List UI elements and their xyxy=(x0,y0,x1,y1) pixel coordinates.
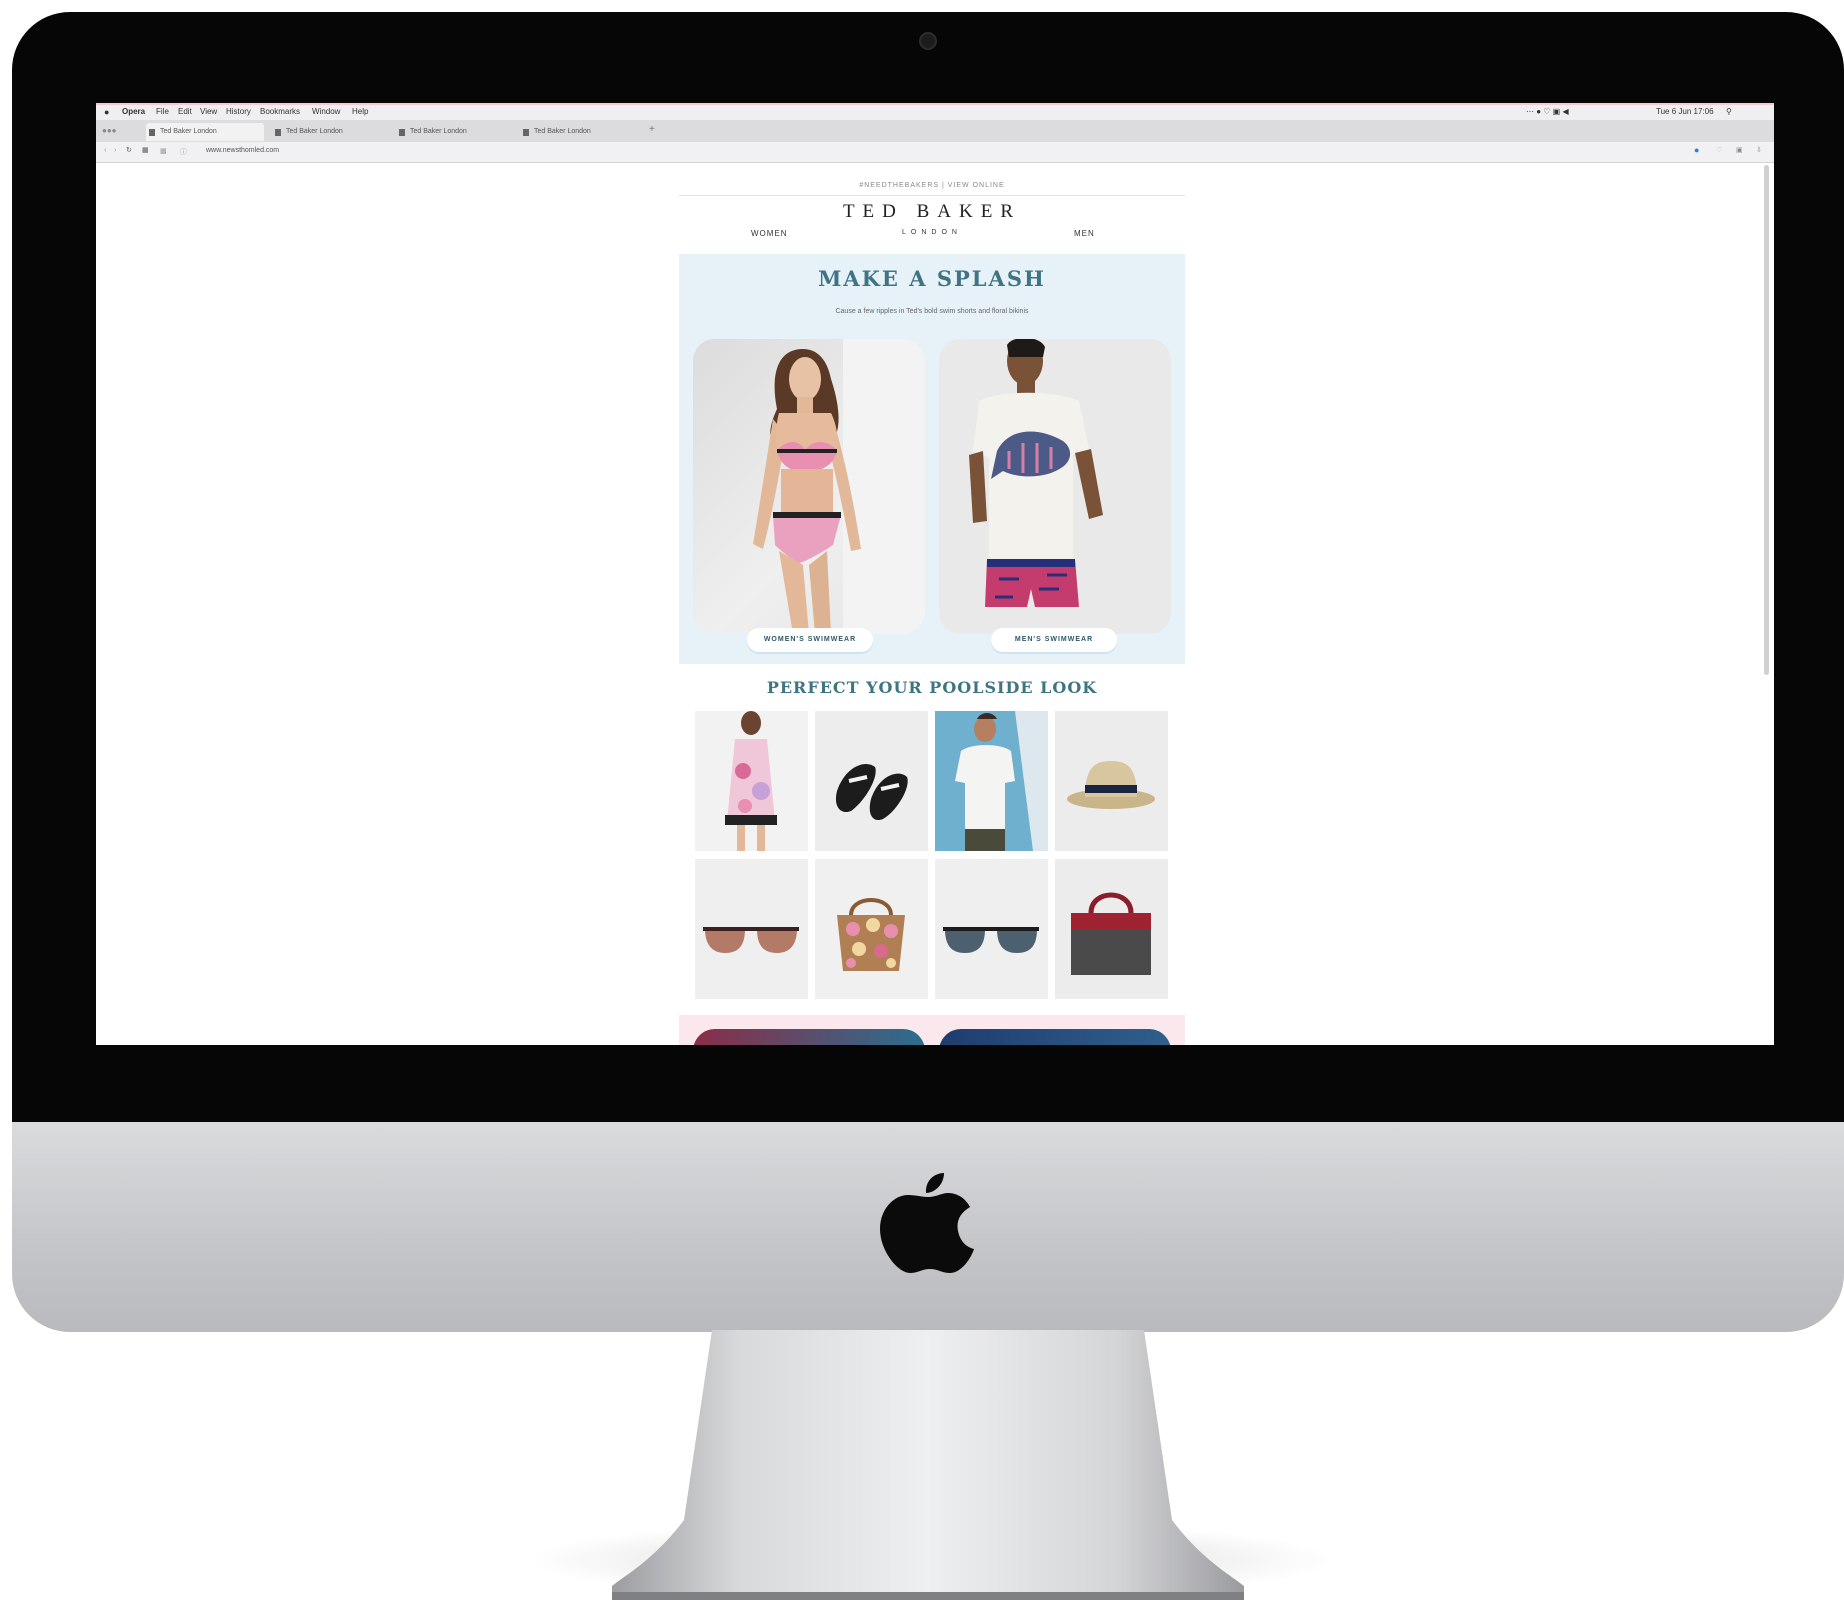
status-icons: ⋯ ● ♡ ▣ ◀ xyxy=(1526,107,1569,116)
brand-logo[interactable]: TED BAKER xyxy=(679,201,1185,223)
menu-bar: ● Opera File Edit View History Bookmarks… xyxy=(96,103,1774,120)
mens-swimwear-button[interactable]: MEN'S SWIMWEAR xyxy=(991,628,1117,652)
apple-logo-icon xyxy=(880,1173,974,1273)
tab-1[interactable]: Ted Baker London xyxy=(146,123,264,141)
webcam xyxy=(919,32,937,50)
product-grey-sunglasses[interactable] xyxy=(935,859,1048,999)
hero-section: MAKE A SPLASH Cause a few ripples in Ted… xyxy=(679,254,1185,664)
scrollbar[interactable] xyxy=(1764,165,1769,675)
document-icon xyxy=(149,129,155,136)
monitor-stand xyxy=(612,1330,1244,1600)
menu-help[interactable]: Help xyxy=(352,107,368,116)
heart-icon[interactable]: ♡ xyxy=(1716,146,1722,154)
tab-4[interactable]: Ted Baker London xyxy=(520,123,638,141)
polo-icon xyxy=(935,711,1048,851)
womens-swimwear-image[interactable] xyxy=(693,339,925,634)
snapshot-icon[interactable]: ▣ xyxy=(1736,146,1743,154)
product-floral-dress[interactable] xyxy=(695,711,808,851)
menu-history[interactable]: History xyxy=(226,107,251,116)
apple-menu-icon[interactable]: ● xyxy=(104,107,109,117)
tab-label: Ted Baker London xyxy=(286,128,343,135)
product-white-polo[interactable] xyxy=(935,711,1048,851)
section-title: PERFECT YOUR POOLSIDE LOOK xyxy=(766,678,1098,697)
nav-women-link[interactable]: WOMEN xyxy=(751,229,788,238)
email-content: #NEEDTHEBAKERS | VIEW ONLINE TED BAKER L… xyxy=(679,165,1185,1045)
search-icon[interactable]: ⚲ xyxy=(1726,107,1732,116)
extension-icon[interactable]: ● xyxy=(1694,145,1699,155)
nav-men-link[interactable]: MEN xyxy=(1074,229,1095,238)
document-icon xyxy=(523,129,529,136)
hero-subtitle: Cause a few ripples in Ted's bold swim s… xyxy=(835,308,1029,315)
next-section-band xyxy=(679,1015,1185,1045)
menu-file[interactable]: File xyxy=(156,107,169,116)
hat-icon xyxy=(1055,711,1168,851)
info-icon[interactable]: ⓘ xyxy=(180,147,187,157)
menu-bookmarks[interactable]: Bookmarks xyxy=(260,107,300,116)
menu-app-name[interactable]: Opera xyxy=(122,107,145,116)
menu-view[interactable]: View xyxy=(200,107,217,116)
window-controls[interactable]: ●●● xyxy=(102,126,117,135)
divider xyxy=(679,195,1185,196)
reload-icon[interactable]: ↻ xyxy=(126,146,132,154)
tab-2[interactable]: Ted Baker London xyxy=(272,123,390,141)
url-field[interactable]: www.newsthomled.com xyxy=(206,147,279,154)
document-icon xyxy=(275,129,281,136)
tote-icon xyxy=(815,859,928,999)
product-grid xyxy=(695,711,1169,1001)
dress-icon xyxy=(695,711,808,851)
sunglasses-icon xyxy=(695,859,808,999)
tab-label: Ted Baker London xyxy=(534,128,591,135)
promo-image-right[interactable] xyxy=(939,1029,1171,1045)
back-icon[interactable]: ‹ xyxy=(104,147,106,154)
sunglasses-icon xyxy=(935,859,1048,999)
speed-dial-icon[interactable]: ▦ xyxy=(142,146,149,154)
menu-edit[interactable]: Edit xyxy=(178,107,192,116)
document-icon xyxy=(399,129,405,136)
product-pompom-tote[interactable] xyxy=(815,859,928,999)
womens-swimwear-button[interactable]: WOMEN'S SWIMWEAR xyxy=(747,628,873,652)
handbag-icon xyxy=(1055,859,1168,999)
menu-window[interactable]: Window xyxy=(312,107,340,116)
new-tab-icon[interactable]: + xyxy=(649,124,655,135)
mens-swimwear-image[interactable] xyxy=(939,339,1171,634)
hero-title: MAKE A SPLASH xyxy=(818,266,1046,291)
address-bar: ‹ › ↻ ▦ ▩ ⓘ www.newsthomled.com ● ♡ ▣ ⇩ xyxy=(96,142,1774,163)
vpn-icon[interactable]: ▩ xyxy=(160,147,167,155)
tshirt-model-illustration xyxy=(939,339,1171,634)
sandals-icon xyxy=(815,711,928,851)
tab-bar: ●●● Ted Baker London Ted Baker London Te… xyxy=(96,120,1774,142)
tab-label: Ted Baker London xyxy=(410,128,467,135)
product-two-tone-handbag[interactable] xyxy=(1055,859,1168,999)
promo-image-left[interactable] xyxy=(693,1029,925,1045)
preheader[interactable]: #NEEDTHEBAKERS | VIEW ONLINE xyxy=(679,182,1185,189)
product-brown-sunglasses[interactable] xyxy=(695,859,808,999)
product-straw-hat[interactable] xyxy=(1055,711,1168,851)
bikini-model-illustration xyxy=(753,339,925,634)
tab-3[interactable]: Ted Baker London xyxy=(396,123,514,141)
screen: ● Opera File Edit View History Bookmarks… xyxy=(96,103,1774,1045)
product-black-sandals[interactable] xyxy=(815,711,928,851)
download-icon[interactable]: ⇩ xyxy=(1756,146,1762,154)
forward-icon[interactable]: › xyxy=(114,147,116,154)
menu-clock: Tue 6 Jun 17:06 xyxy=(1656,107,1714,116)
tab-label: Ted Baker London xyxy=(160,128,217,135)
